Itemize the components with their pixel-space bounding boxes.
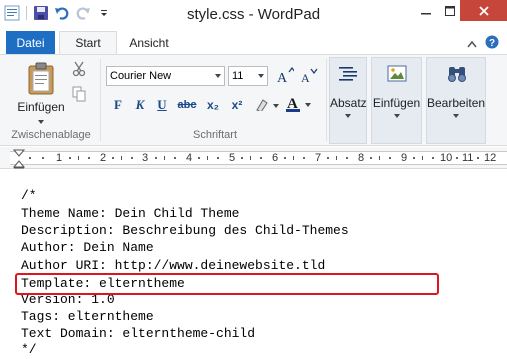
dropdown-arrow-icon [38,120,44,124]
document-line: Author: Dein Name [21,240,154,255]
font-size-select[interactable]: 11 [228,66,268,86]
ruler-number: 6 [272,152,279,164]
paragraph-group-button[interactable]: Absatz [329,57,367,144]
minimize-button[interactable] [412,0,440,21]
minimize-ribbon-icon[interactable] [467,37,477,51]
group-separator [326,59,327,141]
bold-button[interactable]: F [110,96,126,114]
ruler-number: 10 [440,152,453,164]
clipboard-group-label: Zwischenablage [11,129,91,141]
close-button[interactable] [460,0,507,21]
ruler-number: 9 [401,152,408,164]
copy-icon[interactable] [72,86,86,105]
paste-button[interactable]: Einfügen [16,61,66,128]
ruler-number: 4 [186,152,193,164]
grow-font-icon[interactable]: A [276,67,296,88]
svg-text:A: A [277,71,288,85]
ruler-number: 2 [100,152,107,164]
strikethrough-button[interactable]: abc [176,96,198,114]
tab-ansicht[interactable]: Ansicht [118,31,180,54]
ruler: 1 2 3 4 5 6 7 8 9 10 11 12 [0,147,507,169]
shrink-font-icon[interactable]: A [300,67,318,88]
paragraph-label: Absatz [330,96,367,110]
svg-text:A: A [301,71,310,85]
font-family-select[interactable]: Courier New [106,66,225,86]
clipboard-icon [28,62,54,95]
picture-icon [387,65,407,82]
ruler-number: 11 [462,152,474,164]
document-line: /* [21,188,37,203]
ruler-number: 5 [229,152,236,164]
document-line: */ [21,342,37,357]
insert-group-button[interactable]: Einfügen [371,57,422,144]
cut-icon[interactable] [72,61,86,80]
paragraph-icon [339,67,357,81]
highlight-color-icon[interactable] [254,96,280,117]
title-bar: style.css - WordPad [0,0,507,30]
ruler-number: 1 [56,152,63,164]
highlight-box [15,273,439,295]
ruler-number: 7 [315,152,322,164]
ruler-number: 3 [142,152,149,164]
maximize-button[interactable] [440,0,460,21]
ribbon-tabs: Datei Start Ansicht ? [0,30,507,54]
insert-label: Einfügen [372,96,421,110]
group-separator [100,59,101,141]
italic-button[interactable]: K [132,96,148,114]
font-group-label: Schriftart [192,129,237,141]
ruler-number: 8 [358,152,365,164]
font-color-icon[interactable]: A [284,94,314,117]
ruler-number: 12 [484,152,497,164]
underline-button[interactable]: U [154,96,170,114]
tab-start[interactable]: Start [59,31,117,54]
document-line: Description: Beschreibung des Child-Them… [21,223,349,238]
indent-marker-icon[interactable] [13,149,25,169]
edit-group-button[interactable]: Bearbeiten [426,57,486,144]
subscript-button[interactable]: x₂ [203,96,223,114]
document-line: Theme Name: Dein Child Theme [21,206,240,221]
document-line: Text Domain: elterntheme-child [21,326,256,341]
help-icon[interactable]: ? [485,35,499,52]
tab-datei[interactable]: Datei [6,31,55,54]
document-line: Author URI: http://www.deinewebsite.tld [21,258,326,273]
font-family-value: Courier New [110,70,172,82]
font-size-value: 11 [232,70,244,82]
edit-label: Bearbeiten [427,96,486,110]
paste-label: Einfügen [17,100,65,114]
close-icon [478,5,489,16]
superscript-button[interactable]: x² [227,96,247,114]
svg-text:?: ? [489,38,495,49]
document-line: Tags: elterntheme [21,309,154,324]
binoculars-icon [448,67,466,82]
